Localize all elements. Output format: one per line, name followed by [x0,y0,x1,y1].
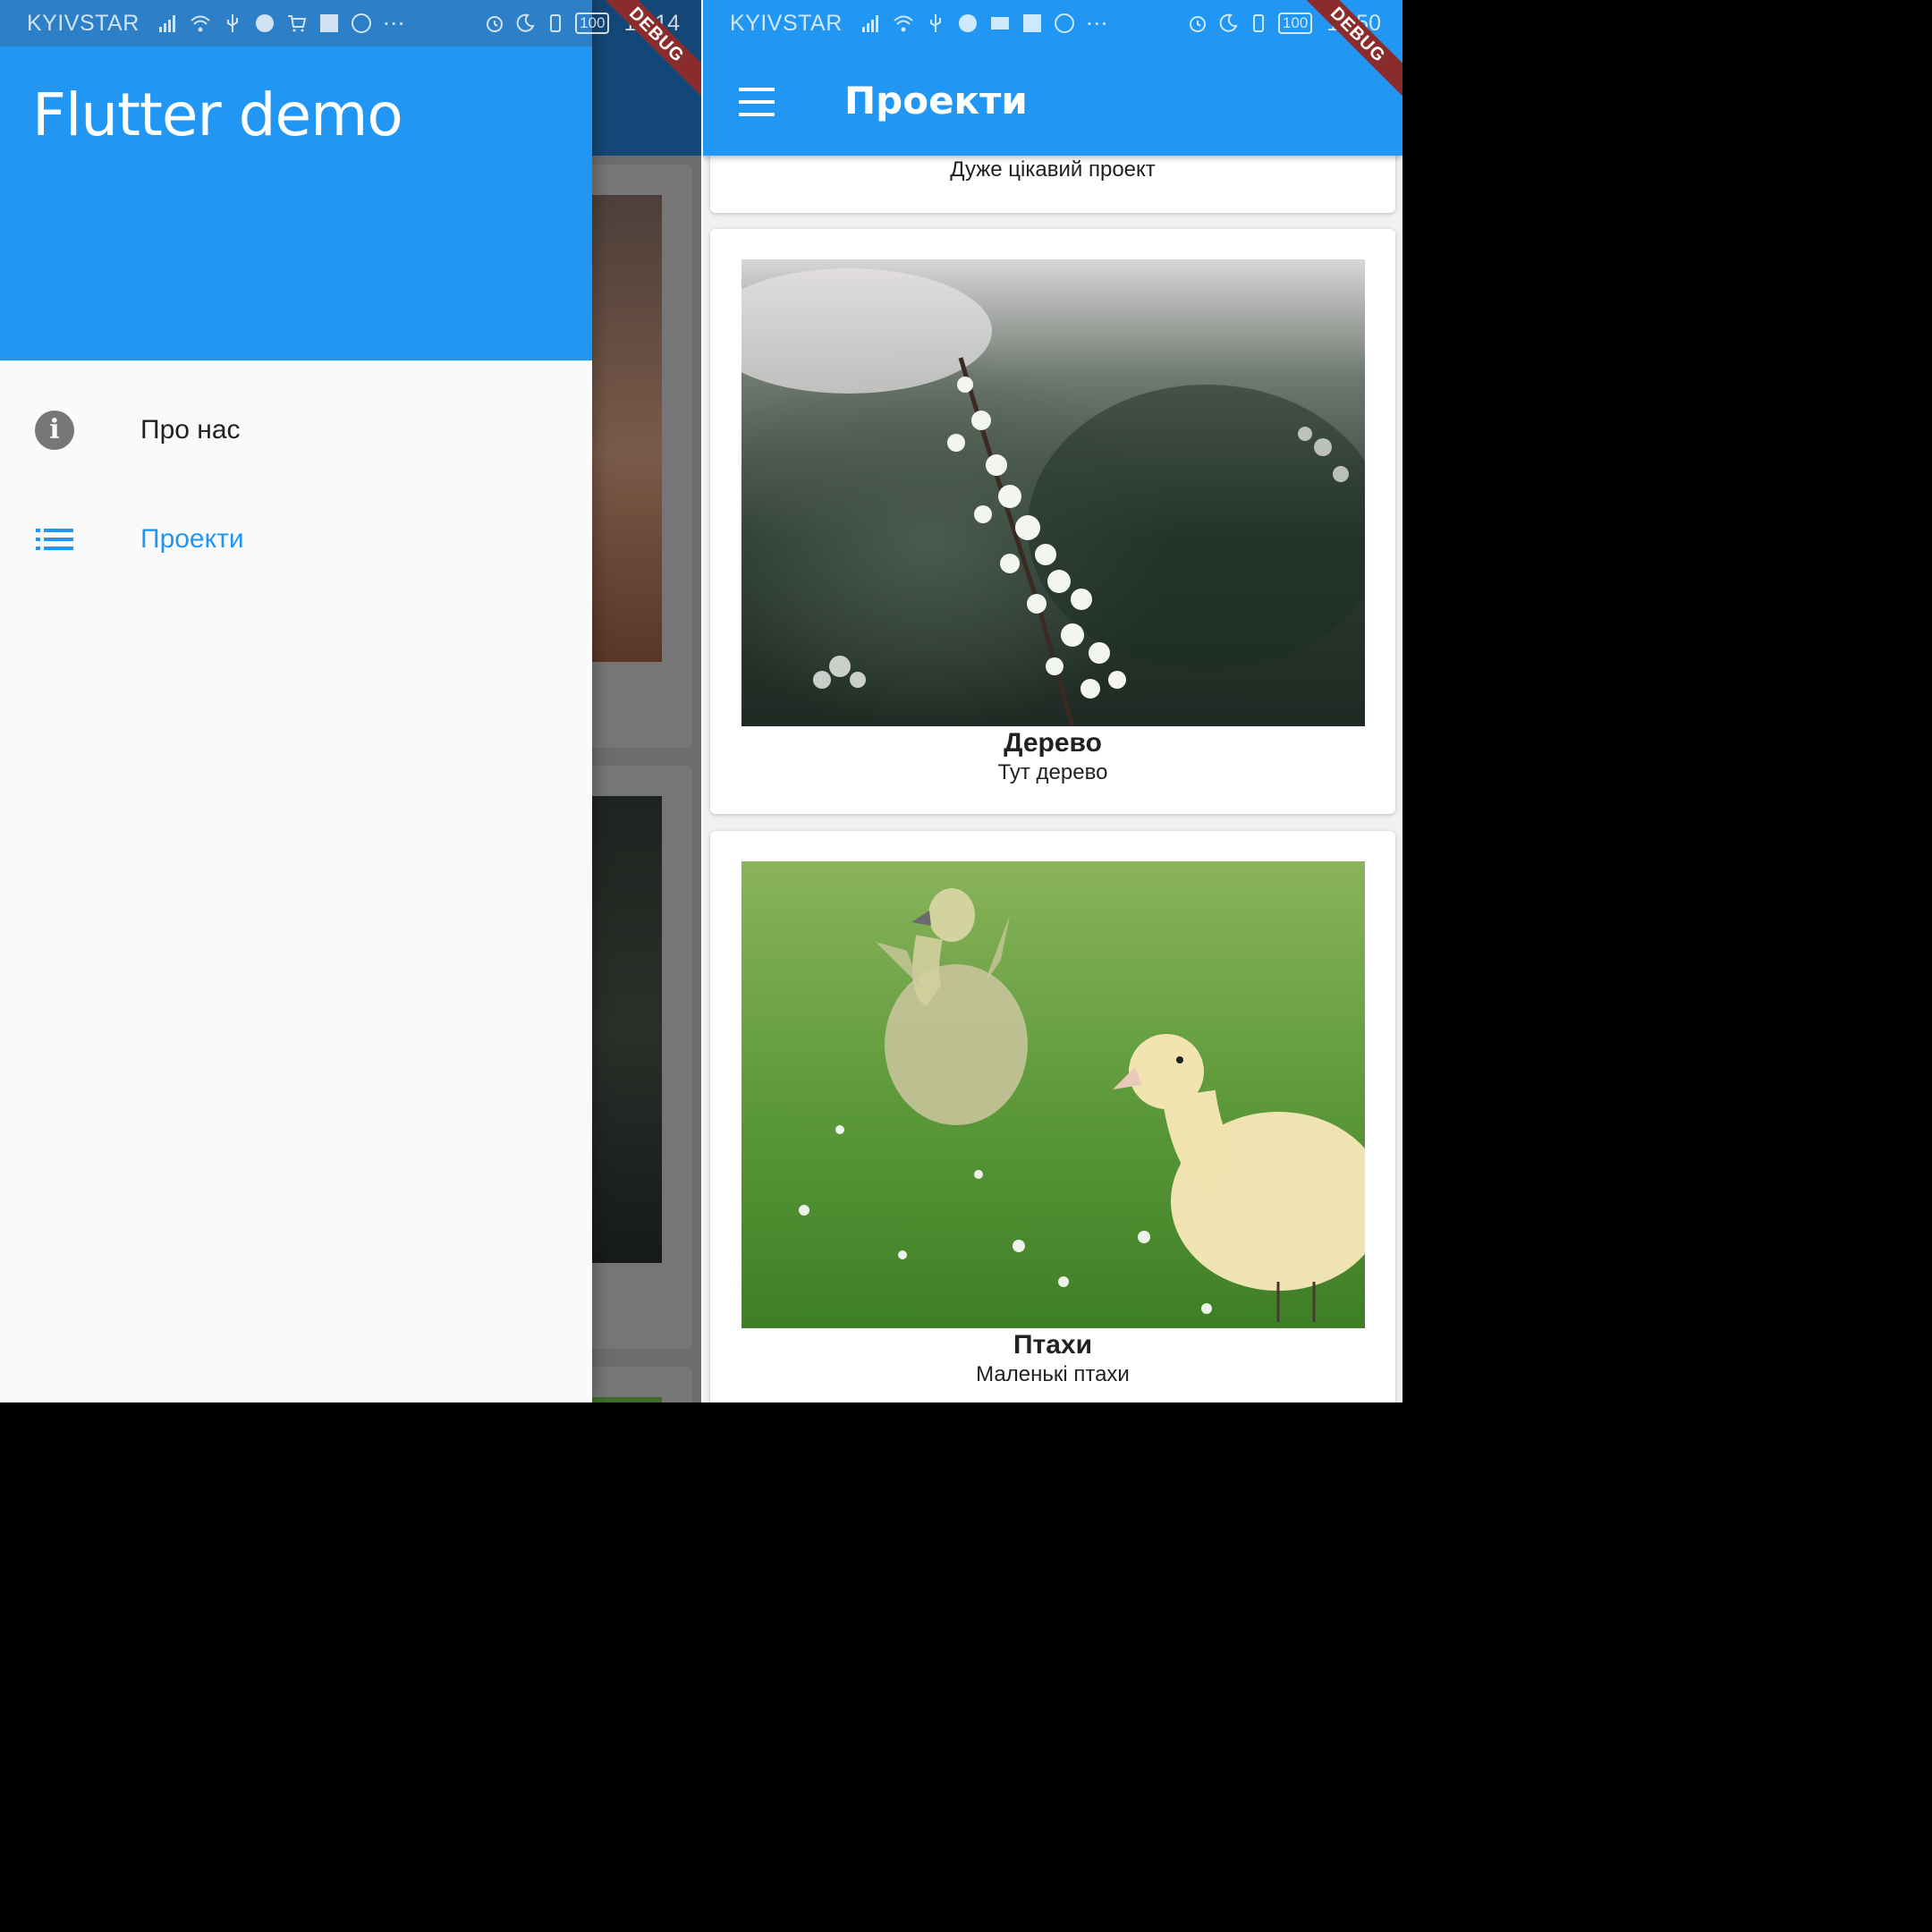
facebook-icon [1022,14,1041,32]
page-title: Проекти [844,79,1028,123]
alarm-icon [1189,16,1206,32]
emoji-icon [1054,13,1074,33]
drawer-screen: Flutter demo i Про нас Проекти KYIVSTAR … [0,0,701,1402]
more-notifications-icon: ⋯ [382,11,405,36]
drawer-item-about[interactable]: i Про нас [0,381,592,479]
drawer-header: Flutter demo [0,0,592,360]
wifi-icon [191,15,210,32]
mail-icon [990,17,1009,30]
debug-banner: DEBUG [585,0,701,116]
facebook-icon [319,14,338,32]
viber-icon [958,14,977,32]
project-card[interactable]: Птахи Маленькі птахи [710,831,1395,1402]
card-subtitle: Маленькі птахи [976,1362,1130,1386]
menu-icon[interactable] [737,86,776,122]
drawer-title: Flutter demo [32,80,403,149]
background-card-image [592,796,662,1263]
signal-icon [158,15,175,32]
card-image-blossom [741,259,1365,726]
moon-icon [1219,13,1238,32]
vibrate-icon [1252,14,1264,32]
wifi-icon [894,15,913,32]
carrier-name: KYIVSTAR [27,10,140,36]
carrier-name: KYIVSTAR [730,10,843,36]
navigation-drawer: Flutter demo i Про нас Проекти [0,0,592,1402]
drawer-item-label: Про нас [140,415,241,445]
card-image-ducklings [741,861,1365,1328]
card-subtitle: Тут дерево [997,760,1108,784]
moon-icon [516,13,535,32]
viber-icon [255,14,274,32]
debug-banner: DEBUG [1286,0,1402,116]
signal-icon [861,15,878,32]
drawer-item-label: Проекти [140,524,244,554]
cart-icon [287,15,307,32]
emoji-icon [351,13,371,33]
projects-screen: Проекти Дуже цікавий проект Дерево Тут д… [703,0,1402,1402]
usb-icon [226,14,238,32]
alarm-icon [487,16,504,32]
background-card-image [592,1397,662,1402]
drawer-item-projects[interactable]: Проекти [0,490,592,589]
project-card[interactable]: Дерево Тут дерево [710,229,1395,814]
more-notifications-icon: ⋯ [1085,11,1108,36]
info-icon: i [34,410,75,451]
card-title: Дерево [1004,728,1102,758]
card-title: Птахи [1013,1330,1093,1360]
vibrate-icon [550,14,562,32]
list-icon [34,519,75,560]
background-card-image [592,195,662,662]
usb-icon [929,14,941,32]
card-subtitle: Дуже цікавий проект [950,157,1156,182]
